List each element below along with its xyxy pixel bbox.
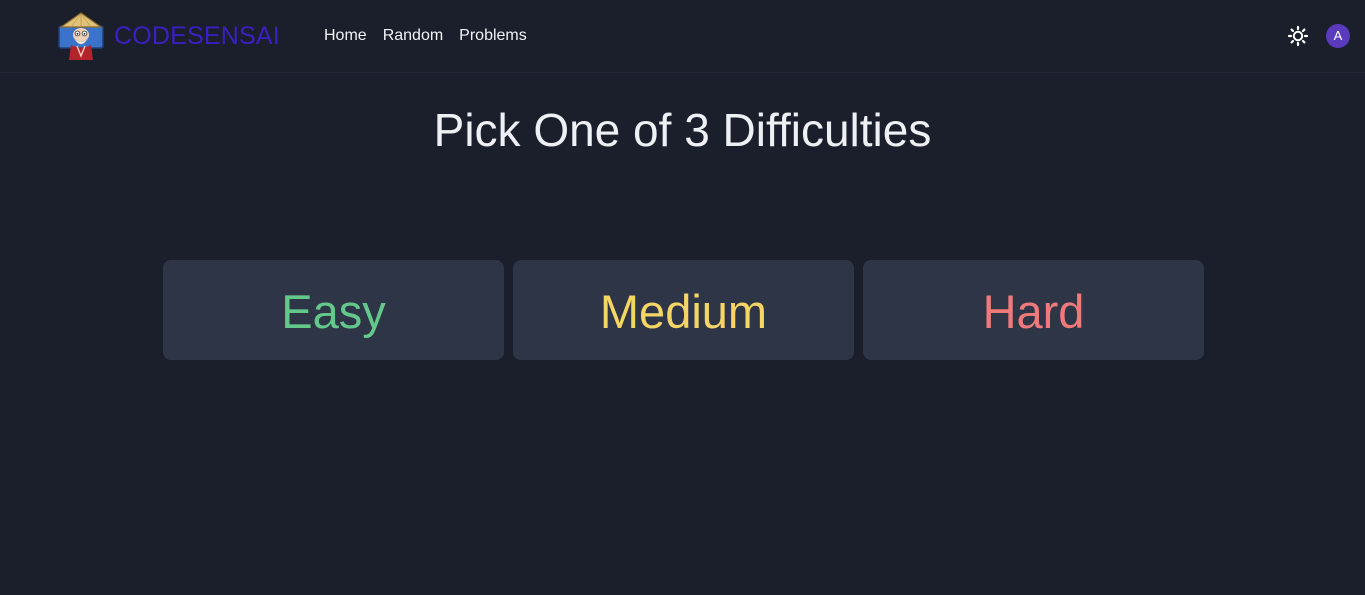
top-navbar: CODESENSAI Home Random Problems A [0,0,1365,73]
nav-link-random[interactable]: Random [383,24,443,48]
main-nav: Home Random Problems [324,24,527,48]
difficulty-options: Easy Medium Hard [163,260,1204,360]
brand-name: CODESENSAI [114,21,280,50]
difficulty-card-medium[interactable]: Medium [513,260,854,360]
sensei-mascot-icon [58,12,104,60]
difficulty-card-easy[interactable]: Easy [163,260,504,360]
difficulty-label-medium: Medium [599,285,768,338]
difficulty-label-easy: Easy [281,285,386,338]
page-title: Pick One of 3 Difficulties [433,104,932,156]
theme-toggle-button[interactable] [1287,25,1309,47]
nav-link-home[interactable]: Home [324,24,367,48]
difficulty-label-hard: Hard [982,285,1085,338]
brand-home-link[interactable]: CODESENSAI [57,12,280,60]
difficulty-card-hard[interactable]: Hard [863,260,1204,360]
sun-icon [1287,25,1309,47]
nav-link-problems[interactable]: Problems [459,24,527,48]
user-avatar[interactable]: A [1326,24,1350,48]
